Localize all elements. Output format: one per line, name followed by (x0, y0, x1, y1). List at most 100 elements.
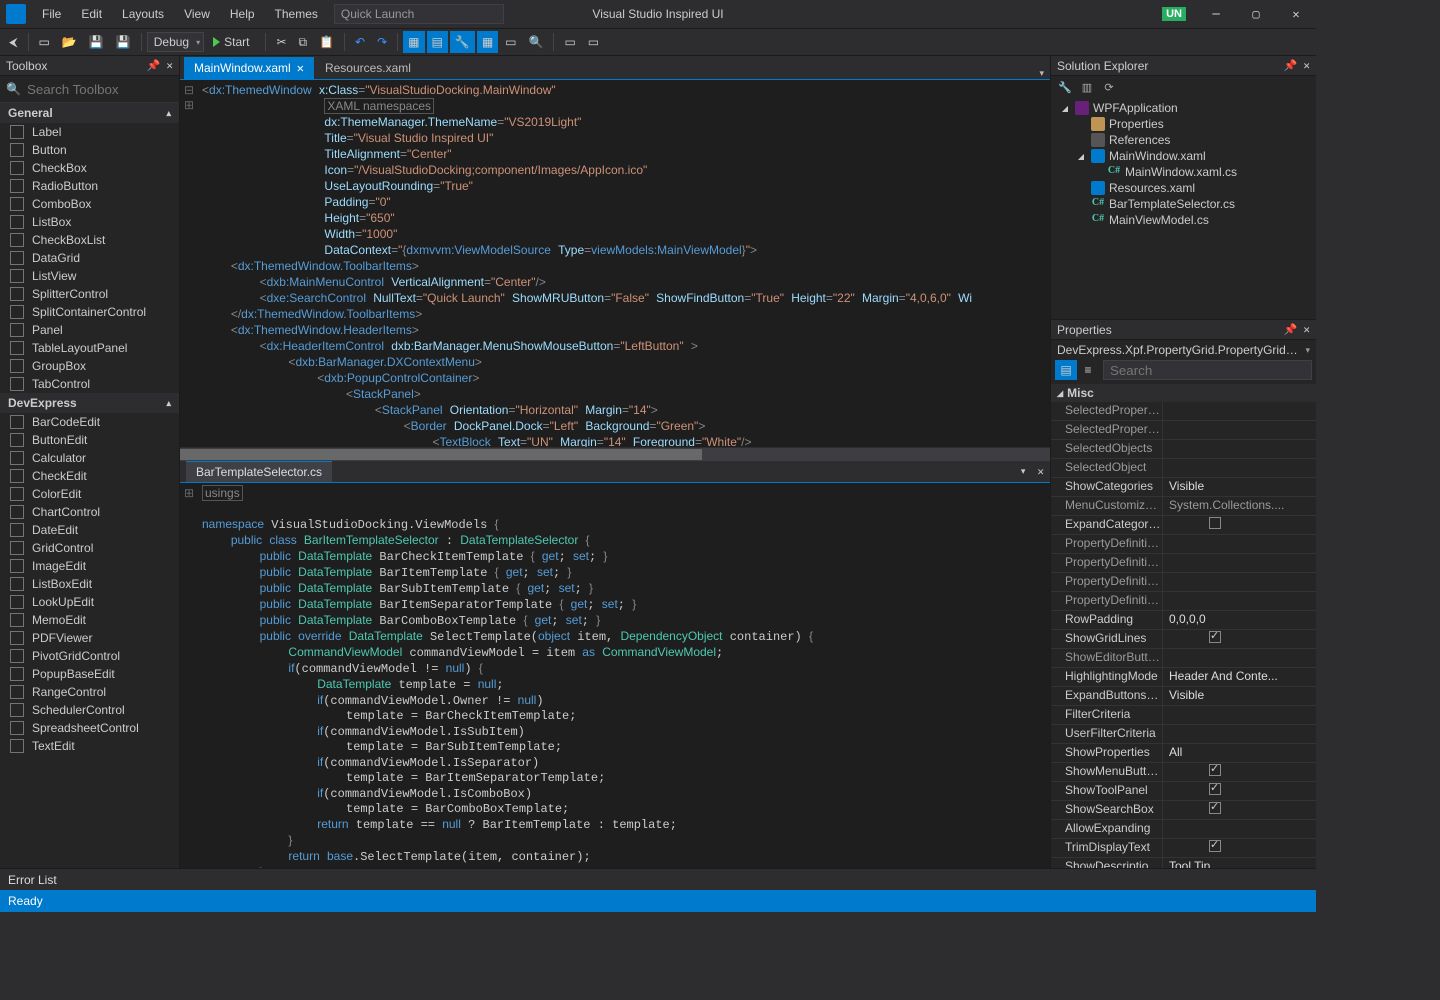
nav-back-icon[interactable]: ⮜ (4, 31, 23, 54)
property-row[interactable]: ShowPropertiesAll (1051, 744, 1316, 763)
save-layout-icon[interactable]: ▭ (583, 31, 604, 53)
menu-edit[interactable]: Edit (71, 3, 112, 25)
close-icon[interactable]: ✕ (166, 59, 173, 72)
properties-search-input[interactable] (1103, 360, 1312, 380)
properties-pane-icon[interactable]: 🔧 (450, 31, 475, 53)
toolbox-item[interactable]: GroupBox (0, 357, 179, 375)
property-row[interactable]: HighlightingModeHeader And Conte... (1051, 668, 1316, 687)
checkbox[interactable] (1209, 517, 1221, 529)
toolbox-item[interactable]: ColorEdit (0, 485, 179, 503)
property-row[interactable]: UserFilterCriteria (1051, 725, 1316, 744)
property-row[interactable]: ShowToolPanel (1051, 782, 1316, 801)
property-row[interactable]: ExpandButtonsVisi...Visible (1051, 687, 1316, 706)
toolbox-item[interactable]: LookUpEdit (0, 593, 179, 611)
toolbox-item[interactable]: ListBox (0, 213, 179, 231)
error-list-tab[interactable]: Error List (0, 868, 1316, 890)
toolbox-item[interactable]: ImageEdit (0, 557, 179, 575)
editor-tab[interactable]: Resources.xaml (315, 57, 421, 79)
toolbox-item[interactable]: CheckBoxList (0, 231, 179, 249)
horizontal-scrollbar[interactable] (180, 447, 1050, 461)
start-button[interactable]: Start (206, 32, 260, 52)
minimize-button[interactable]: ─ (1196, 2, 1236, 26)
property-row[interactable]: SelectedObject (1051, 459, 1316, 478)
toolbox-item[interactable]: RangeControl (0, 683, 179, 701)
checkbox[interactable] (1209, 783, 1221, 795)
copy-icon[interactable]: ⧉ (294, 31, 313, 54)
xaml-editor[interactable]: ⊟<dx:ThemedWindow x:Class="VisualStudioD… (180, 80, 1050, 447)
show-all-icon[interactable]: ▥ (1079, 79, 1095, 95)
menu-help[interactable]: Help (220, 3, 265, 25)
property-row[interactable]: SelectedPropertyVa... (1051, 402, 1316, 421)
close-icon[interactable]: ✕ (1303, 323, 1310, 336)
tree-item[interactable]: C#BarTemplateSelector.cs (1055, 196, 1312, 212)
new-file-icon[interactable]: ▭ (34, 31, 55, 53)
output-pane-icon[interactable]: ▭ (500, 31, 521, 53)
close-icon[interactable]: ✕ (1303, 59, 1310, 72)
toolbox-item[interactable]: ListView (0, 267, 179, 285)
pin-icon[interactable]: 📌 (1284, 323, 1298, 336)
menu-view[interactable]: View (174, 3, 220, 25)
close-button[interactable]: ✕ (1276, 2, 1316, 26)
toolbox-item[interactable]: CheckBox (0, 159, 179, 177)
property-row[interactable]: ShowSearchBox (1051, 801, 1316, 820)
toolbox-item[interactable]: ListBoxEdit (0, 575, 179, 593)
toolbox-item[interactable]: TabControl (0, 375, 179, 393)
solution-pane-icon[interactable]: ▤ (427, 31, 448, 53)
quick-launch-input[interactable]: Quick Launch (334, 4, 504, 24)
property-row[interactable]: PropertyDefinitionT... (1051, 592, 1316, 611)
property-row[interactable]: SelectedObjects (1051, 440, 1316, 459)
config-combo[interactable]: Debug (147, 32, 204, 52)
property-row[interactable]: ExpandCategories... (1051, 516, 1316, 535)
menu-themes[interactable]: Themes (265, 3, 328, 25)
toolbox-item[interactable]: SplitterControl (0, 285, 179, 303)
property-row[interactable]: SelectedPropertyPa... (1051, 421, 1316, 440)
tree-item[interactable]: C#MainWindow.xaml.cs (1055, 164, 1312, 180)
solution-tree[interactable]: ◢WPFApplicationPropertiesReferences◢Main… (1051, 98, 1316, 230)
toolbox-item[interactable]: RadioButton (0, 177, 179, 195)
secondary-tab[interactable]: BarTemplateSelector.cs (186, 460, 332, 482)
cs-editor[interactable]: ⊞usings namespace VisualStudioDocking.Vi… (180, 483, 1050, 868)
toolbox-item[interactable]: SplitContainerControl (0, 303, 179, 321)
errorlist-pane-icon[interactable]: ▦ (477, 31, 498, 53)
toolbox-item[interactable]: GridControl (0, 539, 179, 557)
properties-object-selector[interactable]: DevExpress.Xpf.PropertyGrid.PropertyGrid… (1051, 340, 1316, 360)
undo-icon[interactable]: ↶ (350, 31, 370, 53)
property-row[interactable]: ShowGridLines (1051, 630, 1316, 649)
toolbox-category[interactable]: General▴ (0, 103, 179, 123)
property-row[interactable]: TrimDisplayText (1051, 839, 1316, 858)
toolbox-item[interactable]: ChartControl (0, 503, 179, 521)
toolbox-item[interactable]: DataGrid (0, 249, 179, 267)
pin-icon[interactable]: 📌 (1284, 59, 1298, 72)
checkbox[interactable] (1209, 631, 1221, 643)
toolbox-item[interactable]: PopupBaseEdit (0, 665, 179, 683)
categorized-view-icon[interactable]: ▤ (1055, 360, 1077, 380)
tree-item[interactable]: C#MainViewModel.cs (1055, 212, 1312, 228)
tabs-overflow-icon[interactable]: ▾ (1039, 68, 1050, 79)
toolbox-item[interactable]: Calculator (0, 449, 179, 467)
toolbox-item[interactable]: PDFViewer (0, 629, 179, 647)
tabs-overflow-icon[interactable]: ▾ (1021, 466, 1026, 477)
properties-icon[interactable]: 🔧 (1057, 79, 1073, 95)
property-grid[interactable]: SelectedPropertyVa...SelectedPropertyPa.… (1051, 402, 1316, 868)
menu-file[interactable]: File (32, 3, 71, 25)
toolbox-item[interactable]: PivotGridControl (0, 647, 179, 665)
load-layout-icon[interactable]: ▭ (559, 31, 580, 53)
checkbox[interactable] (1209, 840, 1221, 852)
property-row[interactable]: PropertyDefinitionT... (1051, 573, 1316, 592)
toolbox-item[interactable]: Panel (0, 321, 179, 339)
open-file-icon[interactable]: 📂 (57, 31, 82, 53)
redo-icon[interactable]: ↷ (372, 31, 392, 53)
find-pane-icon[interactable]: 🔍 (524, 31, 549, 53)
maximize-button[interactable]: ▢ (1236, 2, 1276, 26)
editor-tab[interactable]: MainWindow.xaml✕ (184, 57, 314, 79)
toolbox-item[interactable]: Button (0, 141, 179, 159)
property-row[interactable]: ShowCategoriesVisible (1051, 478, 1316, 497)
tree-item[interactable]: References (1055, 132, 1312, 148)
toolbox-item[interactable]: TableLayoutPanel (0, 339, 179, 357)
toolbox-item[interactable]: CheckEdit (0, 467, 179, 485)
property-row[interactable]: ShowEditorButtons (1051, 649, 1316, 668)
toolbox-category[interactable]: DevExpress▴ (0, 393, 179, 413)
checkbox[interactable] (1209, 802, 1221, 814)
toolbox-search-input[interactable] (27, 80, 204, 98)
checkbox[interactable] (1209, 764, 1221, 776)
